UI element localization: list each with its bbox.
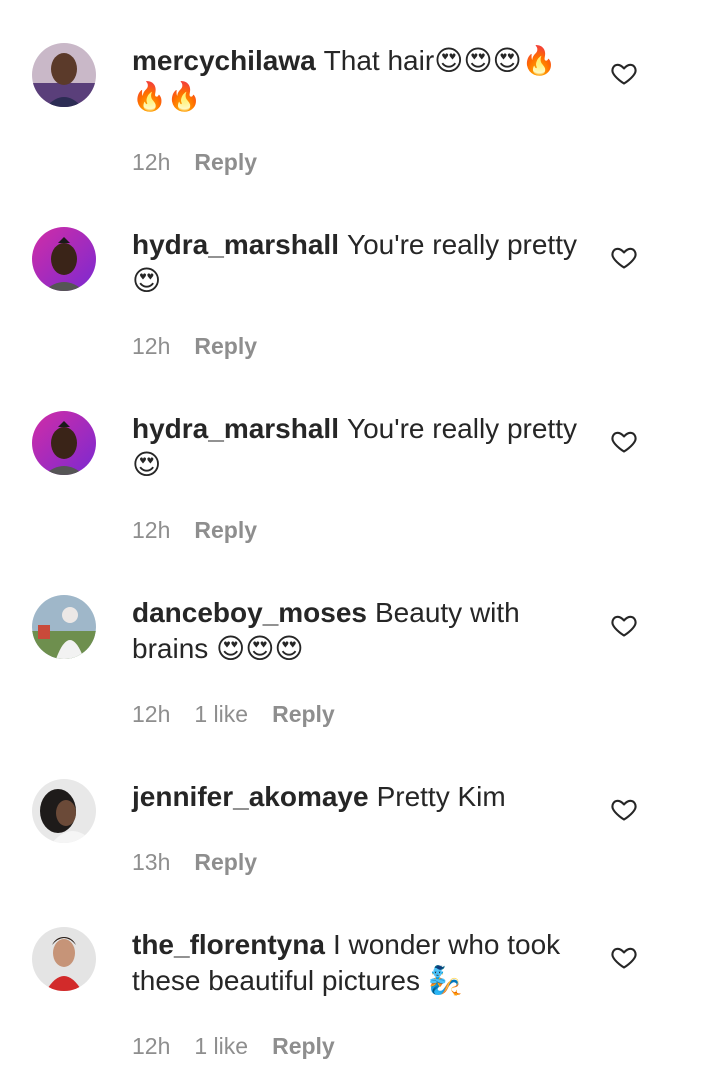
avatar[interactable] <box>32 43 96 107</box>
comment-body: the_florentyna I wonder who took these be… <box>132 927 582 999</box>
like-heart-icon[interactable] <box>610 427 638 455</box>
avatar[interactable] <box>32 411 96 475</box>
comment-time: 12h <box>132 333 171 359</box>
reply-button[interactable]: Reply <box>194 148 257 176</box>
comment-username[interactable]: mercychilawa <box>132 45 316 76</box>
comment-likes[interactable]: 1 like <box>194 700 248 728</box>
comment-body: hydra_marshall You're really pretty 😍 <box>132 227 582 299</box>
comment-text-line: hydra_marshall You're really pretty 😍 <box>132 227 582 299</box>
comment-username[interactable]: hydra_marshall <box>132 413 339 444</box>
avatar[interactable] <box>32 227 96 291</box>
avatar[interactable] <box>32 779 96 843</box>
reply-button[interactable]: Reply <box>194 332 257 360</box>
comment-username[interactable]: hydra_marshall <box>132 229 339 260</box>
comment-time: 13h <box>132 849 171 875</box>
comment-body: danceboy_moses Beauty with brains 😍😍😍 <box>132 595 582 667</box>
comment-username[interactable]: the_florentyna <box>132 929 325 960</box>
comment-meta: 12h 1 like Reply <box>132 700 335 728</box>
avatar[interactable] <box>32 927 96 991</box>
avatar[interactable] <box>32 595 96 659</box>
reply-button[interactable]: Reply <box>272 1032 335 1060</box>
comment-body: jennifer_akomaye Pretty Kim <box>132 779 582 815</box>
like-heart-icon[interactable] <box>610 795 638 823</box>
reply-button[interactable]: Reply <box>272 700 335 728</box>
comment-time: 12h <box>132 149 171 175</box>
comment-body: mercychilawa That hair😍😍😍🔥🔥🔥 <box>132 43 582 115</box>
comment-text: Pretty Kim <box>376 781 506 812</box>
reply-button[interactable]: Reply <box>194 848 257 876</box>
comment-time: 12h <box>132 517 171 543</box>
comment-body: hydra_marshall You're really pretty 😍 <box>132 411 582 483</box>
comment-username[interactable]: danceboy_moses <box>132 597 367 628</box>
comment-text-line: danceboy_moses Beauty with brains 😍😍😍 <box>132 595 582 667</box>
comment-time: 12h <box>132 701 171 727</box>
reply-button[interactable]: Reply <box>194 516 257 544</box>
like-heart-icon[interactable] <box>610 59 638 87</box>
comment-username[interactable]: jennifer_akomaye <box>132 781 369 812</box>
like-heart-icon[interactable] <box>610 243 638 271</box>
comment-likes[interactable]: 1 like <box>194 1032 248 1060</box>
comment-text-line: mercychilawa That hair😍😍😍🔥🔥🔥 <box>132 43 582 115</box>
comment-meta: 13h Reply <box>132 848 257 876</box>
comment-meta: 12h Reply <box>132 516 257 544</box>
comment-text-line: jennifer_akomaye Pretty Kim <box>132 779 582 815</box>
like-heart-icon[interactable] <box>610 611 638 639</box>
comments-list: mercychilawa That hair😍😍😍🔥🔥🔥 12h Reply hy… <box>0 0 720 1087</box>
comment-text-line: the_florentyna I wonder who took these be… <box>132 927 582 999</box>
comment-text-line: hydra_marshall You're really pretty 😍 <box>132 411 582 483</box>
comment-time: 12h <box>132 1033 171 1059</box>
comment-meta: 12h 1 like Reply <box>132 1032 335 1060</box>
comment-meta: 12h Reply <box>132 148 257 176</box>
comment-meta: 12h Reply <box>132 332 257 360</box>
like-heart-icon[interactable] <box>610 943 638 971</box>
